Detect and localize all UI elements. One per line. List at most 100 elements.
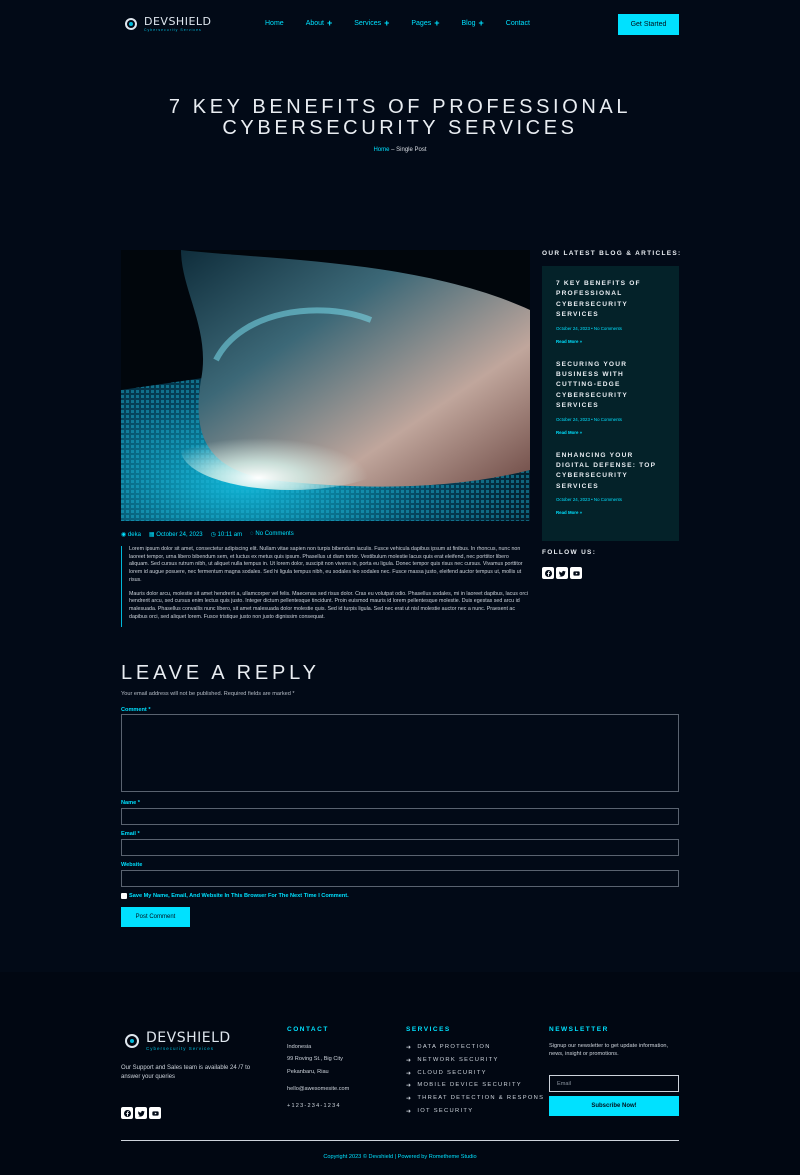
- comments-text: No Comments: [255, 531, 294, 537]
- arrow-right-icon: ➜: [406, 1109, 413, 1115]
- contact-city: Pekanbaru, Riau: [287, 1069, 329, 1075]
- author-name: deka: [127, 532, 141, 538]
- shield-eye-icon: [121, 1031, 143, 1051]
- follow-us-heading: FOLLOW US:: [542, 549, 597, 556]
- footer-logo[interactable]: DEVSHIELD Cybersecurity Services: [121, 1031, 231, 1051]
- footer-service-link[interactable]: ➜ DATA PROTECTION: [406, 1044, 491, 1051]
- read-more-link[interactable]: Read More »: [556, 510, 665, 515]
- youtube-icon[interactable]: [570, 567, 582, 579]
- breadcrumb-home-link[interactable]: Home: [373, 147, 389, 153]
- service-label: MOBILE DEVICE SECURITY: [417, 1082, 522, 1088]
- menu-item-services[interactable]: Services +: [354, 18, 390, 28]
- post-date[interactable]: ▦ October 24, 2023: [149, 531, 203, 538]
- newsletter-text: Signup our newsletter to get update info…: [549, 1043, 669, 1057]
- sidebar-social-links: [542, 567, 582, 579]
- name-label: Name *: [121, 800, 140, 806]
- plus-icon: +: [434, 18, 440, 28]
- post-paragraph: Mauris dolor arcu, molestie sit amet hen…: [129, 590, 528, 620]
- footer-service-link[interactable]: ➜ THREAT DETECTION & RESPONS: [406, 1095, 544, 1102]
- post-author[interactable]: ◉ deka: [121, 531, 141, 538]
- facebook-icon[interactable]: [121, 1107, 133, 1119]
- name-field[interactable]: [121, 808, 679, 825]
- sidebar-post-title[interactable]: SECURING YOUR BUSINESS WITH CUTTING-EDGE…: [556, 360, 665, 412]
- sidebar-post: ENHANCING YOUR DIGITAL DEFENSE: TOP CYBE…: [556, 451, 665, 516]
- sidebar-post: 7 KEY BENEFITS OF PROFESSIONAL CYBERSECU…: [556, 279, 665, 344]
- menu-item-contact[interactable]: Contact: [506, 20, 530, 27]
- youtube-icon[interactable]: [149, 1107, 161, 1119]
- contact-email-link[interactable]: hello@awesomesite.com: [287, 1086, 349, 1092]
- menu-item-blog[interactable]: Blog +: [461, 18, 484, 28]
- logo-subtitle: Cybersecurity Services: [144, 28, 202, 32]
- save-info-row: Save My Name, Email, And Website In This…: [121, 893, 349, 899]
- menu-item-home[interactable]: Home: [265, 20, 284, 27]
- date-text: October 24, 2023: [156, 532, 203, 538]
- reply-heading: LEAVE A REPLY: [121, 662, 320, 684]
- footer-service-link[interactable]: ➜ CLOUD SECURITY: [406, 1070, 487, 1077]
- footer-service-link[interactable]: ➜ NETWORK SECURITY: [406, 1057, 499, 1064]
- main-menu: Home About + Services + Pages + Blog + Conta…: [265, 18, 552, 28]
- plus-icon: +: [478, 18, 484, 28]
- save-info-label[interactable]: Save My Name, Email, And Website In This…: [129, 893, 349, 899]
- sidebar-post-meta: October 24, 2023 • No Comments: [556, 325, 622, 331]
- latest-posts-list: 7 KEY BENEFITS OF PROFESSIONAL CYBERSECU…: [542, 266, 679, 541]
- site-logo[interactable]: DEVSHIELD Cybersecurity Services: [121, 16, 212, 32]
- read-more-link[interactable]: Read More »: [556, 339, 665, 344]
- site-footer: [0, 972, 800, 1175]
- comment-textarea[interactable]: [121, 714, 679, 792]
- sidebar-heading: OUR LATEST BLOG & ARTICLES:: [542, 250, 682, 257]
- twitter-icon[interactable]: [556, 567, 568, 579]
- breadcrumb: Home – Single Post: [0, 147, 800, 153]
- post-comments[interactable]: ◌ No Comments: [250, 531, 294, 538]
- email-field[interactable]: [121, 839, 679, 856]
- arrow-right-icon: ➜: [406, 1096, 413, 1102]
- post-paragraph: Lorem ipsum dolor sit amet, consectetur …: [129, 546, 523, 583]
- newsletter-email-input[interactable]: Email: [549, 1075, 679, 1092]
- service-label: IOT SECURITY: [417, 1108, 474, 1114]
- plus-icon: +: [384, 18, 390, 28]
- website-label: Website: [121, 862, 143, 868]
- fingerprint-scan-image: [121, 250, 530, 521]
- sidebar-post: SECURING YOUR BUSINESS WITH CUTTING-EDGE…: [556, 360, 665, 435]
- service-label: NETWORK SECURITY: [417, 1057, 499, 1063]
- menu-item-about[interactable]: About +: [306, 18, 333, 28]
- service-label: DATA PROTECTION: [417, 1044, 491, 1050]
- page-title-line: 7 KEY BENEFITS OF PROFESSIONAL: [168, 96, 632, 118]
- contact-country: Indonesia: [287, 1044, 312, 1050]
- featured-image: [121, 250, 530, 521]
- plus-icon: +: [326, 18, 333, 28]
- sidebar-post-meta: October 24, 2023 • No Comments: [556, 416, 622, 422]
- arrow-right-icon: ➜: [406, 1045, 413, 1051]
- footer-service-link[interactable]: ➜ MOBILE DEVICE SECURITY: [406, 1082, 522, 1089]
- facebook-icon[interactable]: [542, 567, 554, 579]
- shield-eye-icon: [121, 17, 141, 31]
- newsletter-heading: NEWSLETTER: [549, 1026, 609, 1033]
- contact-street: 99 Roving St., Big City: [287, 1056, 343, 1062]
- reply-note: Your email address will not be published…: [121, 691, 295, 697]
- time-text: 10:11 am: [217, 532, 243, 538]
- service-label: THREAT DETECTION & RESPONS: [417, 1095, 545, 1101]
- website-field[interactable]: [121, 870, 679, 887]
- twitter-icon[interactable]: [135, 1107, 147, 1119]
- menu-item-pages[interactable]: Pages +: [411, 18, 440, 28]
- get-started-button[interactable]: Get Started: [618, 14, 679, 35]
- arrow-right-icon: ➜: [406, 1083, 413, 1089]
- footer-service-link[interactable]: ➜ IOT SECURITY: [406, 1108, 473, 1115]
- top-navigation: DEVSHIELD Cybersecurity Services Home Ab…: [121, 14, 679, 36]
- comment-label: Comment *: [121, 707, 151, 713]
- sidebar-post-title[interactable]: ENHANCING YOUR DIGITAL DEFENSE: TOP CYBE…: [556, 451, 665, 493]
- arrow-right-icon: ➜: [406, 1071, 413, 1077]
- save-info-checkbox[interactable]: [121, 893, 127, 899]
- page-title: 7 KEY BENEFITS OF PROFESSIONAL CYBERSECU…: [0, 97, 800, 139]
- subscribe-button[interactable]: Subscribe Now!: [549, 1096, 679, 1116]
- breadcrumb-current: Single Post: [396, 147, 427, 153]
- footer-about-text: Our Support and Sales team is available …: [121, 1065, 251, 1080]
- footer-logo-subtitle: Cybersecurity Services: [146, 1046, 215, 1051]
- sidebar-post-title[interactable]: 7 KEY BENEFITS OF PROFESSIONAL CYBERSECU…: [556, 279, 665, 321]
- logo-text: DEVSHIELD: [144, 15, 212, 28]
- contact-phone-link[interactable]: +123-234-1234: [287, 1103, 341, 1109]
- email-label: Email *: [121, 831, 140, 837]
- post-comment-button[interactable]: Post Comment: [121, 907, 190, 927]
- footer-logo-text: DEVSHIELD: [146, 1030, 231, 1046]
- arrow-right-icon: ➜: [406, 1058, 413, 1064]
- read-more-link[interactable]: Read More »: [556, 430, 665, 435]
